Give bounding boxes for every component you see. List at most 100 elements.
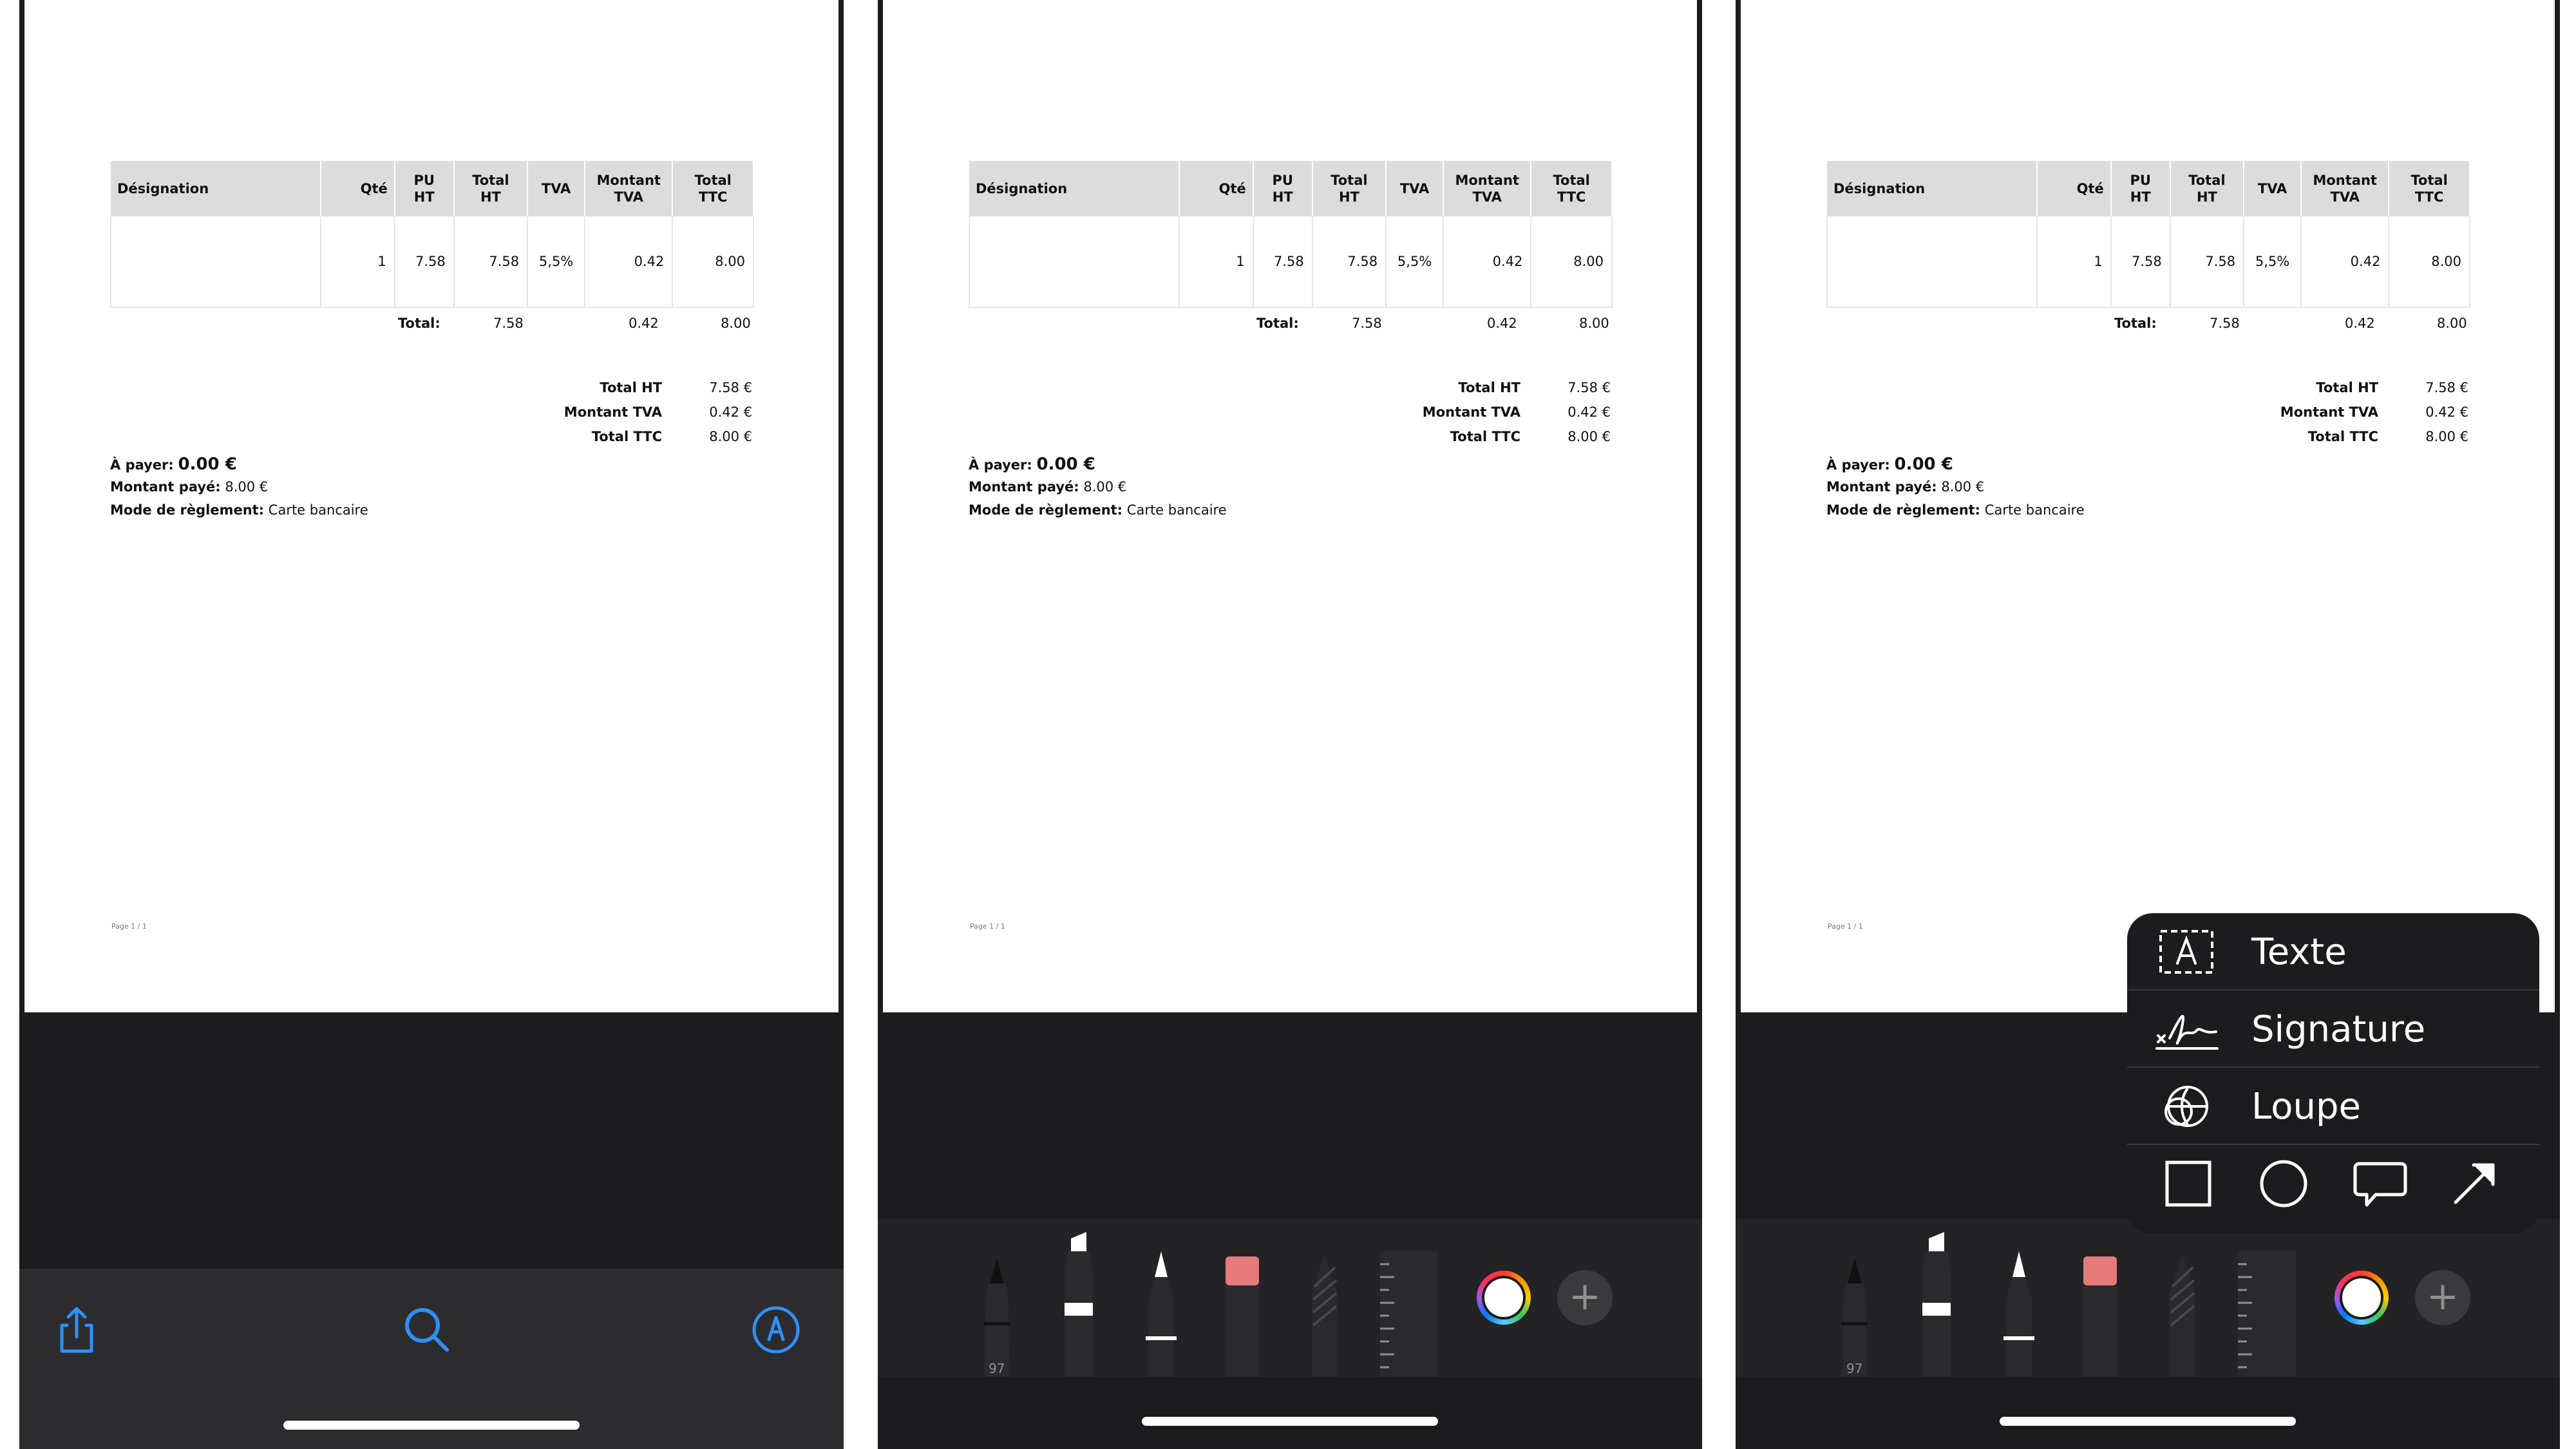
menu-item-loupe[interactable]: Loupe (2127, 1068, 2539, 1144)
pencil-tool[interactable] (2000, 1251, 2038, 1379)
montant-paye-value: 8.00 € (1083, 479, 1127, 495)
pdf-page: Désignation Qté PU HT Total HT TVA Monta… (883, 0, 1697, 1012)
montant-paye-label: Montant payé: (1826, 479, 1937, 495)
arrow-icon[interactable] (2445, 1155, 2503, 1213)
a-payer-line: À payer: 0.00 € (1826, 455, 1953, 474)
marker-tool[interactable] (1916, 1232, 1957, 1379)
eraser-tool[interactable] (1224, 1256, 1260, 1379)
totals-ht: 7.58 (2210, 316, 2240, 331)
cell-qte: 1 (1179, 216, 1254, 308)
pencil-tool[interactable] (1142, 1251, 1180, 1379)
totals-ttc: 8.00 (2437, 316, 2467, 331)
add-menu-popup: Texte Signature Loupe (2127, 913, 2539, 1234)
ruler-tool[interactable] (2238, 1251, 2296, 1379)
menu-separator (2127, 1144, 2539, 1145)
invoice-table: Désignation Qté PU HT Total HT TVA Monta… (1826, 161, 2470, 308)
pen-tool[interactable]: 97 (1832, 1258, 1877, 1379)
montant-paye-label: Montant payé: (969, 479, 1079, 495)
totals-label: Total: (1256, 316, 1299, 331)
header-total-ttc: Total TTC (2389, 161, 2470, 216)
mode-reglement-line: Mode de règlement: Carte bancaire (1826, 502, 2085, 518)
totals-label: Total: (398, 316, 440, 331)
cell-designation (968, 216, 1180, 308)
header-total-ht: Total HT (1312, 161, 1387, 216)
page-footer: Page 1 / 1 (111, 922, 147, 931)
cell-tva: 5,5% (527, 216, 586, 308)
pdf-page: Désignation Qté PU HT Total HT TVA Monta… (1741, 0, 2555, 1012)
add-button[interactable]: + (2415, 1270, 2470, 1325)
cell-qte: 1 (320, 216, 395, 308)
cell-designation (1826, 216, 2038, 308)
totals-ttc: 8.00 (721, 316, 751, 331)
table-row: 1 7.58 7.58 5,5% 0.42 8.00 (1826, 216, 2470, 308)
add-button[interactable]: + (1557, 1270, 1613, 1325)
eraser-tool[interactable] (2082, 1256, 2118, 1379)
summary-label: Total HT (1458, 380, 1520, 395)
bottom-area (1736, 1377, 2560, 1449)
totals-tva: 0.42 (1487, 316, 1517, 331)
summary-label: Total TTC (591, 429, 662, 444)
montant-paye-line: Montant payé: 8.00 € (1826, 479, 1984, 495)
phone-panel-add-menu: Désignation Qté PU HT Total HT TVA Monta… (1736, 0, 2560, 1449)
ruler-tool[interactable] (1380, 1251, 1438, 1379)
pen-width-label: 97 (989, 1361, 1005, 1376)
a-payer-label: À payer: (1826, 457, 1890, 473)
cell-montant-tva: 0.42 (2300, 216, 2390, 308)
mode-reglement-label: Mode de règlement: (969, 502, 1123, 518)
summary-label: Total HT (600, 380, 662, 395)
table-row: 1 7.58 7.58 5,5% 0.42 8.00 (968, 216, 1613, 308)
totals-ht: 7.58 (493, 316, 524, 331)
header-tva: TVA (2244, 161, 2302, 216)
cell-tva: 5,5% (1385, 216, 1444, 308)
invoice-table: Désignation Qté PU HT Total HT TVA Monta… (968, 161, 1613, 308)
lasso-tool[interactable] (1305, 1255, 1344, 1379)
page-footer: Page 1 / 1 (970, 922, 1005, 931)
marker-tool[interactable] (1058, 1232, 1099, 1379)
a-payer-line: À payer: 0.00 € (110, 455, 237, 474)
cell-total-ht: 7.58 (1311, 216, 1387, 308)
lasso-tool[interactable] (2163, 1255, 2202, 1379)
page-footer: Page 1 / 1 (1828, 922, 1863, 931)
phone-panel-viewer: Désignation Qté PU HT Total HT TVA Monta… (19, 0, 844, 1449)
summary-value: 0.42 € (2425, 404, 2468, 420)
invoice-table: Désignation Qté PU HT Total HT TVA Monta… (109, 161, 754, 308)
menu-item-label: Texte (2251, 931, 2347, 973)
color-picker-button[interactable] (2334, 1271, 2389, 1325)
summary-value: 0.42 € (1567, 404, 1611, 420)
montant-paye-line: Montant payé: 8.00 € (969, 479, 1126, 495)
color-picker-button[interactable] (1477, 1271, 1531, 1325)
cell-montant-tva: 0.42 (584, 216, 674, 308)
viewer-toolbar (19, 1269, 844, 1449)
montant-paye-value: 8.00 € (225, 479, 269, 495)
summary-value: 7.58 € (2425, 380, 2468, 395)
totals-tva: 0.42 (629, 316, 659, 331)
home-indicator[interactable] (1142, 1417, 1438, 1426)
header-tva: TVA (527, 161, 586, 216)
cell-pu-ht: 7.58 (393, 216, 455, 308)
a-payer-label: À payer: (110, 457, 174, 473)
summary-label: Total TTC (1450, 429, 1520, 444)
home-indicator[interactable] (2000, 1417, 2296, 1426)
montant-paye-label: Montant payé: (110, 479, 221, 495)
a-payer-value: 0.00 € (178, 455, 237, 474)
menu-item-texte[interactable]: Texte (2127, 913, 2539, 989)
home-indicator[interactable] (283, 1421, 580, 1430)
header-montant-tva: Montant TVA (585, 161, 674, 216)
summary-label: Total HT (2316, 380, 2378, 395)
totals-tva: 0.42 (2345, 316, 2375, 331)
cell-total-ttc: 8.00 (672, 216, 754, 308)
cell-qte: 1 (2036, 216, 2112, 308)
summary-value: 8.00 € (1567, 429, 1611, 444)
share-icon[interactable] (48, 1301, 106, 1359)
markup-icon[interactable] (747, 1301, 805, 1359)
square-icon[interactable] (2159, 1155, 2217, 1213)
mode-reglement-line: Mode de règlement: Carte bancaire (110, 502, 368, 518)
circle-icon[interactable] (2255, 1155, 2313, 1213)
summary-value: 7.58 € (1567, 380, 1611, 395)
cell-designation (109, 216, 322, 308)
menu-item-signature[interactable]: Signature (2127, 990, 2539, 1066)
search-icon[interactable] (398, 1301, 456, 1359)
pen-tool[interactable]: 97 (974, 1258, 1019, 1379)
header-qte: Qté (321, 161, 395, 216)
speech-bubble-icon[interactable] (2350, 1155, 2408, 1213)
